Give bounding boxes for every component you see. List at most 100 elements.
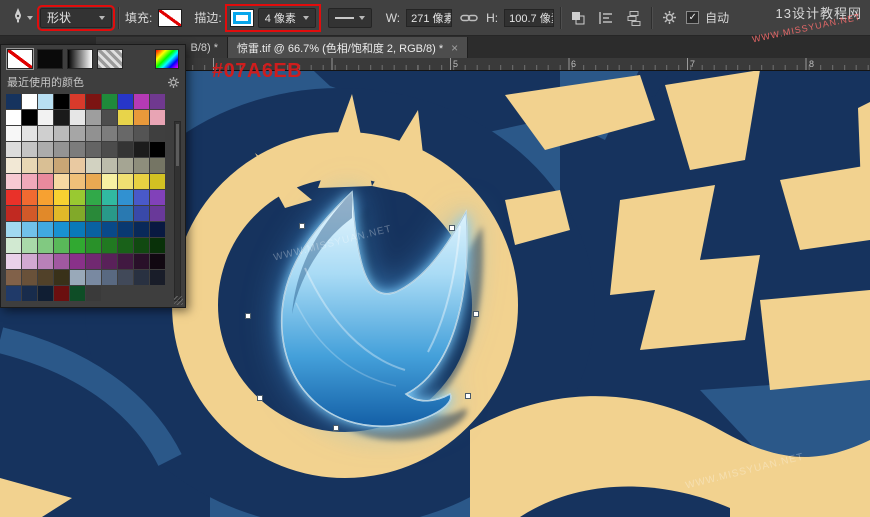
color-swatch[interactable] [6,174,21,189]
color-swatch[interactable] [38,222,53,237]
color-swatch[interactable] [102,206,117,221]
color-swatch[interactable] [102,110,117,125]
color-swatch[interactable] [54,94,69,109]
color-swatch[interactable] [54,190,69,205]
color-swatch[interactable] [38,94,53,109]
color-swatch[interactable] [70,254,85,269]
color-swatch[interactable] [6,286,21,301]
color-swatch[interactable] [86,142,101,157]
color-swatch[interactable] [22,270,37,285]
color-swatch[interactable] [70,142,85,157]
auto-add-delete-checkbox[interactable]: ✓ [686,11,700,24]
color-swatch[interactable] [38,126,53,141]
color-swatch[interactable] [134,110,149,125]
color-swatch[interactable] [70,110,85,125]
color-swatch[interactable] [70,286,85,301]
link-dimensions-icon[interactable] [458,8,480,28]
path-alignment-icon[interactable] [595,8,617,28]
color-swatch[interactable] [150,238,165,253]
color-swatch[interactable] [86,206,101,221]
color-swatch[interactable] [102,222,117,237]
color-swatch[interactable] [150,142,165,157]
color-swatch[interactable] [22,222,37,237]
color-swatch[interactable] [86,110,101,125]
color-swatch[interactable] [6,190,21,205]
no-color-button[interactable] [6,48,34,70]
color-swatch[interactable] [86,286,101,301]
color-swatch[interactable] [70,174,85,189]
color-swatch[interactable] [134,142,149,157]
color-swatch[interactable] [54,158,69,173]
color-swatch[interactable] [118,142,133,157]
color-swatch[interactable] [6,254,21,269]
color-swatch[interactable] [150,270,165,285]
color-swatch[interactable] [70,238,85,253]
color-swatch[interactable] [102,190,117,205]
color-swatch[interactable] [102,254,117,269]
color-swatch[interactable] [54,286,69,301]
color-swatch[interactable] [102,174,117,189]
close-tab-icon[interactable]: × [451,41,458,55]
color-swatch[interactable] [86,126,101,141]
color-swatch[interactable] [38,270,53,285]
color-picker-button[interactable] [155,49,179,69]
color-swatch[interactable] [102,126,117,141]
color-swatch[interactable] [6,142,21,157]
color-swatch[interactable] [38,206,53,221]
pen-tool-button[interactable] [8,6,34,30]
color-swatch[interactable] [6,158,21,173]
color-swatch[interactable] [70,270,85,285]
color-swatch[interactable] [102,142,117,157]
color-swatch[interactable] [102,270,117,285]
gradient-button[interactable] [67,49,93,69]
color-swatch[interactable] [38,254,53,269]
color-swatch[interactable] [6,222,21,237]
color-swatch[interactable] [150,206,165,221]
color-swatch[interactable] [86,270,101,285]
stroke-swatch[interactable] [229,8,254,27]
color-swatch[interactable] [6,270,21,285]
stroke-width-dropdown[interactable]: 4 像素 [257,7,316,28]
color-swatch[interactable] [22,94,37,109]
color-swatch[interactable] [134,174,149,189]
color-swatch[interactable] [22,174,37,189]
color-swatch[interactable] [22,110,37,125]
color-swatch[interactable] [54,110,69,125]
color-swatch[interactable] [38,190,53,205]
color-swatch[interactable] [70,158,85,173]
color-swatch[interactable] [134,270,149,285]
color-swatch[interactable] [22,238,37,253]
color-swatch[interactable] [22,254,37,269]
pattern-button[interactable] [97,49,123,69]
color-swatch[interactable] [118,206,133,221]
color-swatch[interactable] [134,94,149,109]
gear-icon[interactable] [658,8,680,28]
color-swatch[interactable] [6,206,21,221]
color-swatch[interactable] [118,238,133,253]
color-swatch[interactable] [86,94,101,109]
color-swatch[interactable] [22,158,37,173]
panel-gear-icon[interactable] [168,76,179,88]
color-swatch[interactable] [54,174,69,189]
color-swatch[interactable] [22,126,37,141]
color-swatch[interactable] [134,158,149,173]
color-swatch[interactable] [118,254,133,269]
color-swatch[interactable] [70,94,85,109]
fill-swatch[interactable] [158,8,183,27]
color-swatch[interactable] [134,190,149,205]
color-swatch[interactable] [54,238,69,253]
color-swatch[interactable] [86,190,101,205]
color-swatch[interactable] [6,94,21,109]
color-swatch[interactable] [38,286,53,301]
color-swatch[interactable] [70,190,85,205]
width-field[interactable]: 271 像素 [406,8,453,27]
stroke-style-dropdown[interactable] [327,7,372,28]
color-swatch[interactable] [150,254,165,269]
color-swatch[interactable] [102,158,117,173]
color-swatch[interactable] [22,286,37,301]
tool-mode-dropdown[interactable]: 形状 [37,4,115,31]
color-swatch[interactable] [70,126,85,141]
color-swatch[interactable] [22,206,37,221]
height-field[interactable]: 100.7 像素 [504,8,555,27]
document-tab-active[interactable]: 惊雷.tif @ 66.7% (色相/饱和度 2, RGB/8) * × [228,37,469,58]
